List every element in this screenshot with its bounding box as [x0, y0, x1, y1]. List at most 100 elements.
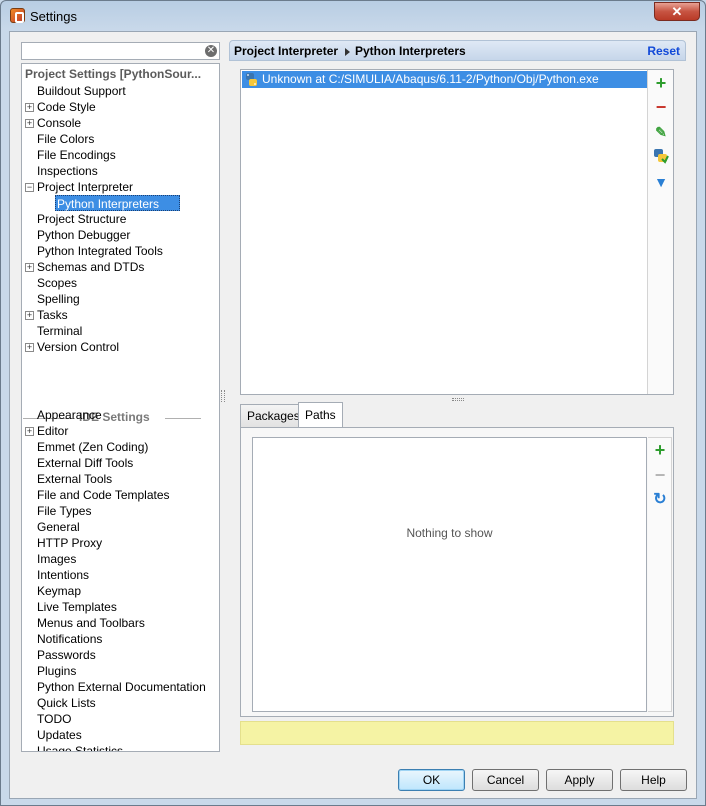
expand-icon[interactable]: + — [25, 311, 34, 320]
close-window-button[interactable]: ✕ — [654, 2, 700, 21]
tab-packages[interactable]: Packages — [240, 404, 307, 428]
horizontal-splitter-handle[interactable] — [452, 398, 464, 401]
interpreter-list[interactable]: Unknown at C:/SIMULIA/Abaqus/6.11-2/Pyth… — [240, 69, 674, 395]
message-bar — [240, 721, 674, 745]
sidebar-item-label: Spelling — [37, 292, 80, 306]
sidebar-item-label: Live Templates — [37, 600, 117, 614]
expand-icon[interactable]: + — [25, 343, 34, 352]
sidebar-item-label: Scopes — [37, 276, 78, 290]
sidebar-item-python-interpreters[interactable]: Python Interpreters — [55, 195, 181, 211]
expand-icon[interactable]: + — [25, 263, 34, 272]
remove-interpreter-icon[interactable]: − — [652, 98, 670, 116]
add-path-icon[interactable]: + — [651, 441, 669, 459]
sidebar-item-editor[interactable]: Editor — [37, 423, 68, 439]
cancel-button[interactable]: Cancel — [472, 769, 539, 791]
sidebar-item-label: Console — [37, 116, 82, 130]
ok-button[interactable]: OK — [398, 769, 465, 791]
sidebar-item-label: File Types — [37, 504, 92, 518]
collapse-icon[interactable]: − — [25, 183, 34, 192]
sidebar-item-label: File Colors — [37, 132, 95, 146]
sidebar-item-schemas-and-dtds[interactable]: Schemas and DTDs — [37, 259, 144, 275]
sidebar-item-external-tools[interactable]: External Tools — [37, 471, 112, 487]
sidebar-item-label: External Tools — [37, 472, 113, 486]
sidebar-item-label: Terminal — [37, 324, 83, 338]
window-title: Settings — [30, 9, 77, 24]
dialog-content: ✕ Project Settings [PythonSour... Buildo… — [9, 31, 697, 799]
sidebar-item-file-and-code-templates[interactable]: File and Code Templates — [37, 487, 170, 503]
clear-search-icon[interactable]: ✕ — [205, 45, 217, 57]
sidebar-item-console[interactable]: Console — [37, 115, 81, 131]
sidebar-item-usage-statistics[interactable]: Usage Statistics — [37, 743, 123, 751]
sidebar-item-plugins[interactable]: Plugins — [37, 663, 76, 679]
python-icon — [246, 73, 257, 86]
sidebar-item-label: HTTP Proxy — [37, 536, 103, 550]
sidebar-item-inspections[interactable]: Inspections — [37, 163, 98, 179]
sidebar-item-passwords[interactable]: Passwords — [37, 647, 96, 663]
empty-list-text: Nothing to show — [406, 526, 493, 540]
sidebar-item-project-interpreter[interactable]: Project Interpreter — [37, 179, 133, 195]
sidebar-item-label: Schemas and DTDs — [37, 260, 145, 274]
filter-icon[interactable]: ▼ — [652, 173, 670, 191]
sidebar-item-python-integrated-tools[interactable]: Python Integrated Tools — [37, 243, 163, 259]
sidebar-item-label: Buildout Support — [37, 84, 126, 98]
help-button[interactable]: Help — [620, 769, 687, 791]
breadcrumb-project-interpreter[interactable]: Project Interpreter — [234, 44, 338, 58]
interpreter-item[interactable]: Unknown at C:/SIMULIA/Abaqus/6.11-2/Pyth… — [242, 71, 648, 88]
apply-button[interactable]: Apply — [546, 769, 613, 791]
tab-paths[interactable]: Paths — [298, 402, 343, 427]
python-interpreter-icon[interactable] — [652, 148, 670, 166]
expand-icon[interactable]: + — [25, 119, 34, 128]
sidebar-item-intentions[interactable]: Intentions — [37, 567, 89, 583]
sidebar-item-label: Code Style — [37, 100, 96, 114]
python-logo-icon — [654, 149, 669, 164]
sidebar-item-tasks[interactable]: Tasks — [37, 307, 68, 323]
sidebar-item-label: File and Code Templates — [37, 488, 170, 502]
reset-link[interactable]: Reset — [647, 44, 680, 58]
sidebar-item-python-debugger[interactable]: Python Debugger — [37, 227, 130, 243]
sidebar-item-label: General — [37, 520, 80, 534]
add-interpreter-icon[interactable]: + — [652, 74, 670, 92]
paths-list[interactable]: Nothing to show — [252, 437, 647, 712]
sidebar-item-python-external-documentation[interactable]: Python External Documentation — [37, 679, 206, 695]
splitter-handle[interactable] — [221, 390, 225, 402]
sidebar-item-notifications[interactable]: Notifications — [37, 631, 102, 647]
paths-toolbar: + − ↻ — [648, 437, 672, 712]
sidebar-item-label: Updates — [37, 728, 82, 742]
project-settings-header: Project Settings [PythonSour... — [25, 67, 202, 81]
sidebar-item-images[interactable]: Images — [37, 551, 76, 567]
sidebar-item-updates[interactable]: Updates — [37, 727, 82, 743]
paths-panel: Nothing to show + − ↻ — [240, 427, 674, 717]
expand-icon[interactable]: + — [25, 103, 34, 112]
sidebar-item-label: Project Interpreter — [37, 180, 134, 194]
sidebar-item-keymap[interactable]: Keymap — [37, 583, 81, 599]
sidebar-item-label: Python Integrated Tools — [37, 244, 163, 258]
sidebar-item-label: Quick Lists — [37, 696, 96, 710]
sidebar-item-file-colors[interactable]: File Colors — [37, 131, 94, 147]
sidebar-item-label: Images — [37, 552, 77, 566]
sidebar-item-scopes[interactable]: Scopes — [37, 275, 77, 291]
sidebar-item-label: Version Control — [37, 340, 120, 354]
sidebar-item-version-control[interactable]: Version Control — [37, 339, 119, 355]
sidebar-item-file-types[interactable]: File Types — [37, 503, 91, 519]
sidebar-item-todo[interactable]: TODO — [37, 711, 71, 727]
sidebar-item-file-encodings[interactable]: File Encodings — [37, 147, 116, 163]
sidebar-item-project-structure[interactable]: Project Structure — [37, 211, 126, 227]
sidebar-item-appearance[interactable]: Appearance — [37, 407, 102, 423]
sidebar-item-quick-lists[interactable]: Quick Lists — [37, 695, 96, 711]
sidebar-item-http-proxy[interactable]: HTTP Proxy — [37, 535, 102, 551]
sidebar-item-terminal[interactable]: Terminal — [37, 323, 82, 339]
sidebar-item-emmet-zen-coding[interactable]: Emmet (Zen Coding) — [37, 439, 148, 455]
expand-icon[interactable]: + — [25, 427, 34, 436]
sidebar-item-buildout-support[interactable]: Buildout Support — [37, 83, 126, 99]
title-bar: Settings ✕ — [1, 1, 705, 31]
settings-search-input[interactable]: ✕ — [21, 42, 220, 60]
reload-paths-icon[interactable]: ↻ — [651, 491, 669, 509]
sidebar-item-live-templates[interactable]: Live Templates — [37, 599, 117, 615]
sidebar-item-spelling[interactable]: Spelling — [37, 291, 80, 307]
sidebar-item-code-style[interactable]: Code Style — [37, 99, 96, 115]
sidebar-item-external-diff-tools[interactable]: External Diff Tools — [37, 455, 133, 471]
sidebar-item-menus-and-toolbars[interactable]: Menus and Toolbars — [37, 615, 145, 631]
remove-path-icon[interactable]: − — [651, 466, 669, 484]
edit-interpreter-icon[interactable]: ✎ — [652, 123, 670, 141]
sidebar-item-general[interactable]: General — [37, 519, 80, 535]
